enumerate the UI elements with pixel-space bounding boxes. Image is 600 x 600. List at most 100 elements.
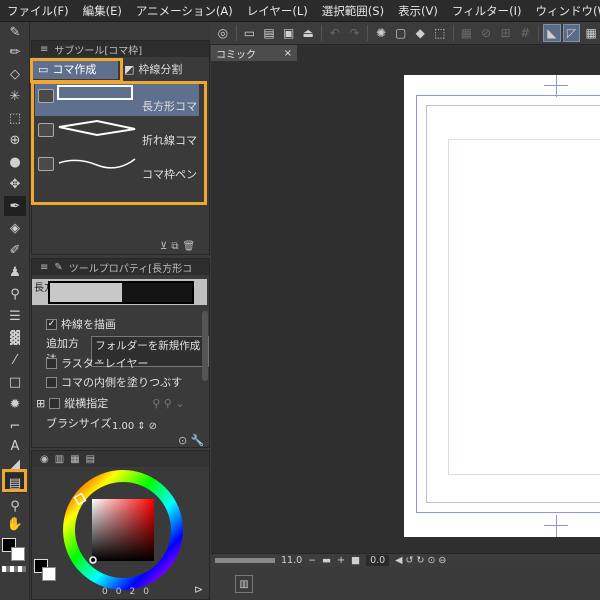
snap-ruler-on-icon[interactable]: ◣ [543, 24, 561, 42]
redo-icon[interactable]: ↷ [346, 24, 364, 42]
zoom-in-icon[interactable]: + [337, 555, 345, 566]
canvas-page[interactable] [404, 75, 600, 537]
open-folder-icon[interactable]: ▤ [260, 24, 278, 42]
row-raster-layer[interactable]: ラスターレイヤー [46, 355, 148, 371]
blend-icon[interactable]: ● [4, 152, 26, 172]
menu-filter[interactable]: フィルター(I) [445, 3, 529, 19]
trash-icon[interactable]: 🗑 [182, 241, 195, 252]
export-icon[interactable]: ⏏ [299, 24, 317, 42]
zoom-out-icon[interactable]: − [308, 555, 316, 566]
airbrush-icon[interactable]: ♟ [4, 262, 26, 282]
clip-studio-icon[interactable]: ◎ [214, 24, 232, 42]
stepper-icon[interactable]: ⇕ [137, 421, 145, 432]
auto-select-icon[interactable]: ✳ [4, 86, 26, 106]
decoration-icon[interactable]: ⚲ [4, 284, 26, 304]
settings-icon[interactable]: 🔧 [191, 434, 205, 447]
document-tab[interactable]: コミック × [211, 45, 297, 61]
pen-icon[interactable]: ✎ [4, 22, 26, 42]
angle-value: 0.0 [366, 555, 390, 566]
snap-special-on-icon[interactable]: ◸ [562, 24, 581, 42]
grid-icon[interactable]: ▦ [582, 24, 600, 42]
sub-color-swatch[interactable] [42, 567, 56, 581]
zoom-slider[interactable] [215, 558, 275, 563]
download-icon[interactable]: ⊻ [160, 241, 167, 252]
checkbox[interactable] [46, 357, 57, 369]
checkbox-checked[interactable]: ✓ [46, 318, 57, 330]
menu-window[interactable]: ウィンドウ(W [529, 3, 600, 19]
play-icon[interactable]: ⊳ [194, 583, 203, 596]
page-manager-icon[interactable]: ▥ [235, 575, 253, 593]
gradient-icon[interactable]: ▓ [4, 328, 26, 348]
snap-special-ruler-icon[interactable]: ⊞ [497, 24, 515, 42]
fill-icon[interactable]: ◆ [411, 24, 429, 42]
checkbox[interactable] [49, 397, 61, 409]
split-icon: ◩ [124, 62, 135, 76]
menu-layer[interactable]: レイヤー(L) [240, 3, 315, 19]
transparent-swatch[interactable] [2, 566, 26, 572]
pencil-icon[interactable]: ✐ [4, 240, 26, 260]
s-value: 0 [115, 587, 122, 597]
pen-tool-selected-icon[interactable]: ✒ [4, 196, 26, 216]
zoom-bar-icon[interactable]: ▬ [322, 555, 331, 566]
zoom-icon[interactable]: ⚲ [4, 496, 26, 516]
row-fill-inside[interactable]: コマの内側を塗りつぶす [46, 374, 182, 390]
reset-icon[interactable]: ⊙ [178, 434, 187, 447]
fill-bucket-icon[interactable]: ◈ [4, 218, 26, 238]
eyedropper-icon[interactable]: ⁄ [4, 350, 26, 370]
rotate-icons[interactable]: ◀ ↺ ↻ ⊙ ⊖ [395, 555, 446, 566]
lines-icon[interactable]: ☰ [4, 306, 26, 326]
frame-tool-highlight [2, 469, 27, 492]
row-draw-border[interactable]: ✓ 枠線を描画 [46, 316, 116, 332]
color-slider-tab-icon[interactable]: ▥ [55, 454, 64, 465]
panel-menu-icon[interactable]: ≡ [40, 262, 48, 273]
checkbox[interactable] [46, 376, 57, 388]
toolprop-title-bar: ≡ ✎ ツールプロパティ[長方形コ [32, 259, 209, 275]
scrollbar[interactable] [202, 311, 208, 381]
star-icon[interactable]: ✹ [4, 394, 26, 414]
menu-selection[interactable]: 選択範囲(S) [315, 3, 391, 19]
color-wheel[interactable] [62, 469, 184, 591]
copy-icon[interactable]: ⧉ [171, 241, 178, 252]
crop-mark [544, 85, 568, 86]
hand-icon[interactable]: ✋ [4, 514, 26, 534]
hide-outside-icon[interactable]: ▦ [458, 24, 476, 42]
color-wheel-panel: ◉ ▥ ▦ ▤ 0 0 2 0 ⊳ [31, 450, 210, 600]
undo-icon[interactable]: ↶ [326, 24, 344, 42]
menu-view[interactable]: 表示(V) [391, 3, 445, 19]
eraser-icon[interactable]: ◇ [4, 64, 26, 84]
preview-dark [122, 283, 192, 302]
clear-icon[interactable]: ▢ [392, 24, 410, 42]
brush-icon[interactable]: ✏ [4, 42, 26, 62]
snap-grid-icon[interactable]: # [516, 24, 534, 42]
snap-ruler-icon[interactable]: ⊘ [477, 24, 495, 42]
intermediate-tab-icon[interactable]: ▤ [86, 454, 95, 465]
close-icon[interactable]: × [284, 48, 292, 59]
panel-menu-icon[interactable]: ≡ [40, 44, 48, 55]
loading-icon[interactable]: ✺ [372, 24, 390, 42]
sub-color-swatch[interactable] [11, 547, 25, 561]
menu-file[interactable]: ファイル(F) [0, 3, 76, 19]
color-set-tab-icon[interactable]: ▦ [70, 454, 79, 465]
crop-mark [544, 525, 568, 526]
selection-icon[interactable]: ⬚ [4, 108, 26, 128]
menu-edit[interactable]: 編集(E) [76, 3, 129, 19]
save-icon[interactable]: ▣ [280, 24, 298, 42]
brush-size-value-box[interactable]: 1.00 ⇕ ⊘ [112, 421, 157, 432]
tab-split-frame[interactable]: ◩ 枠線分割 [118, 59, 188, 79]
color-wheel-tab-icon[interactable]: ◉ [40, 454, 49, 465]
toolprop-footer-icons: ⊙ 🔧 [178, 434, 204, 447]
expand-icon[interactable]: ⊞ [36, 397, 45, 410]
menu-animation[interactable]: アニメーション(A) [129, 3, 240, 19]
row-vertical-horizontal[interactable]: ⊞ 縦横指定 ⚲ ⚲ ⌄ [36, 395, 185, 411]
label: コマの内側を塗りつぶす [61, 376, 183, 389]
ruler-icon[interactable]: ⌐ [4, 416, 26, 436]
new-file-icon[interactable]: ▭ [241, 24, 259, 42]
list-highlight [31, 81, 207, 205]
stop-icon[interactable]: ■ [351, 555, 360, 566]
no-pressure-icon[interactable]: ⊘ [149, 421, 157, 432]
text-icon[interactable]: A [4, 436, 26, 456]
lasso-icon[interactable]: ⊕ [4, 130, 26, 150]
move-icon[interactable]: ✥ [4, 174, 26, 194]
transform-icon[interactable]: ⬚ [431, 24, 449, 42]
figure-icon[interactable]: □ [4, 372, 26, 392]
